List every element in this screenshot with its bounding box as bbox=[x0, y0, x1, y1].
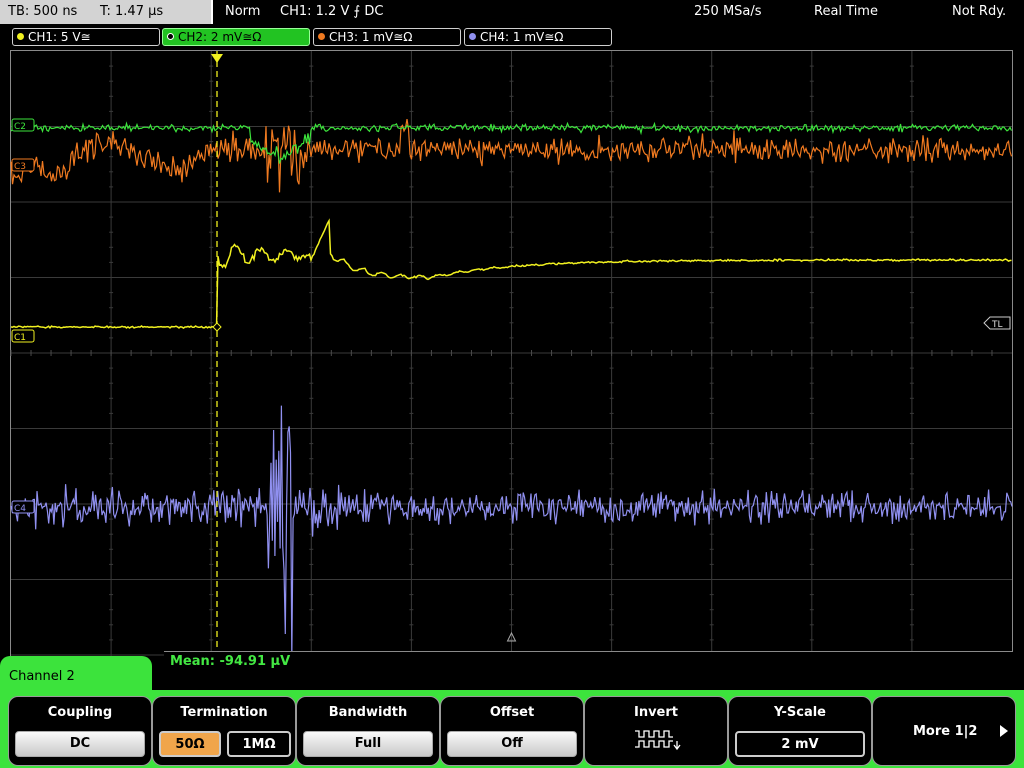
next-page-arrow-icon bbox=[1000, 725, 1008, 737]
bandwidth-title: Bandwidth bbox=[328, 705, 408, 720]
tab-ch2-label: CH2: 2 mV≅Ω bbox=[178, 30, 262, 44]
trigger-position-marker-icon[interactable] bbox=[211, 54, 223, 63]
invert-title: Invert bbox=[633, 705, 678, 720]
more-softkey[interactable]: More 1|2 bbox=[872, 696, 1016, 766]
yscale-value[interactable]: 2 mV bbox=[735, 731, 865, 757]
coupling-softkey[interactable]: Coupling DC bbox=[8, 696, 152, 766]
tab-ch1-label: CH1: 5 V≅ bbox=[28, 30, 91, 44]
trigger-setting[interactable]: CH1: 1.2 V ⨍ DC bbox=[280, 0, 383, 24]
ch3-dot-icon bbox=[318, 33, 325, 40]
mean-measurement: Mean: -94.91 µV bbox=[170, 654, 291, 669]
coupling-value[interactable]: DC bbox=[15, 731, 145, 757]
trigger-mode[interactable]: Norm bbox=[225, 0, 260, 24]
trigger-level-marker[interactable]: TL bbox=[991, 320, 1003, 330]
sample-rate: 250 MSa/s bbox=[694, 4, 762, 19]
ch2-marker[interactable]: C2 bbox=[14, 122, 26, 132]
tab-ch1[interactable]: CH1: 5 V≅ bbox=[12, 28, 160, 46]
acquisition-mode: Real Time bbox=[814, 4, 878, 19]
channel-menu-title: Channel 2 bbox=[0, 656, 152, 696]
ready-state: Not Rdy. bbox=[952, 4, 1007, 19]
trigger-time-readout: T: 1.47 µs bbox=[100, 4, 164, 19]
tab-ch4[interactable]: CH4: 1 mV≅Ω bbox=[464, 28, 612, 46]
ch1-marker[interactable]: C1 bbox=[14, 333, 26, 343]
ch1-dot-icon bbox=[17, 33, 24, 40]
bandwidth-softkey[interactable]: Bandwidth Full bbox=[296, 696, 440, 766]
invert-waveform-icon bbox=[635, 730, 681, 751]
trigger-point-icon bbox=[212, 322, 222, 332]
tab-ch3[interactable]: CH3: 1 mV≅Ω bbox=[313, 28, 461, 46]
coupling-title: Coupling bbox=[47, 705, 113, 720]
tab-ch3-label: CH3: 1 mV≅Ω bbox=[329, 30, 413, 44]
termination-title: Termination bbox=[180, 705, 268, 720]
termination-50-ohm[interactable]: 50Ω bbox=[159, 731, 221, 757]
timebase-readout: TB: 500 ns bbox=[8, 4, 78, 19]
tab-ch4-label: CH4: 1 mV≅Ω bbox=[480, 30, 564, 44]
graticule bbox=[10, 51, 1012, 691]
tab-ch2[interactable]: CH2: 2 mV≅Ω bbox=[162, 28, 310, 46]
more-label: More 1|2 bbox=[913, 724, 978, 739]
offset-softkey[interactable]: Offset Off bbox=[440, 696, 584, 766]
termination-1-megohm[interactable]: 1MΩ bbox=[227, 731, 291, 757]
yscale-softkey[interactable]: Y-Scale 2 mV bbox=[728, 696, 872, 766]
offset-value[interactable]: Off bbox=[447, 731, 577, 757]
ch2-dot-icon bbox=[167, 33, 174, 40]
timebase-box[interactable]: TB: 500 ns T: 1.47 µs bbox=[0, 0, 213, 24]
ch4-marker[interactable]: C4 bbox=[14, 504, 26, 514]
termination-softkey[interactable]: Termination 50Ω 1MΩ bbox=[152, 696, 296, 766]
measurement-area bbox=[164, 651, 1013, 693]
invert-softkey[interactable]: Invert bbox=[584, 696, 728, 766]
bandwidth-value[interactable]: Full bbox=[303, 731, 433, 757]
yscale-title: Y-Scale bbox=[773, 705, 826, 720]
ch3-marker[interactable]: C3 bbox=[14, 162, 26, 172]
waveform-svg: C2 C3 C1 C4 TL bbox=[10, 51, 1013, 691]
offset-title: Offset bbox=[489, 705, 535, 720]
waveform-display[interactable]: C2 C3 C1 C4 TL bbox=[10, 50, 1013, 692]
ch4-dot-icon bbox=[469, 33, 476, 40]
